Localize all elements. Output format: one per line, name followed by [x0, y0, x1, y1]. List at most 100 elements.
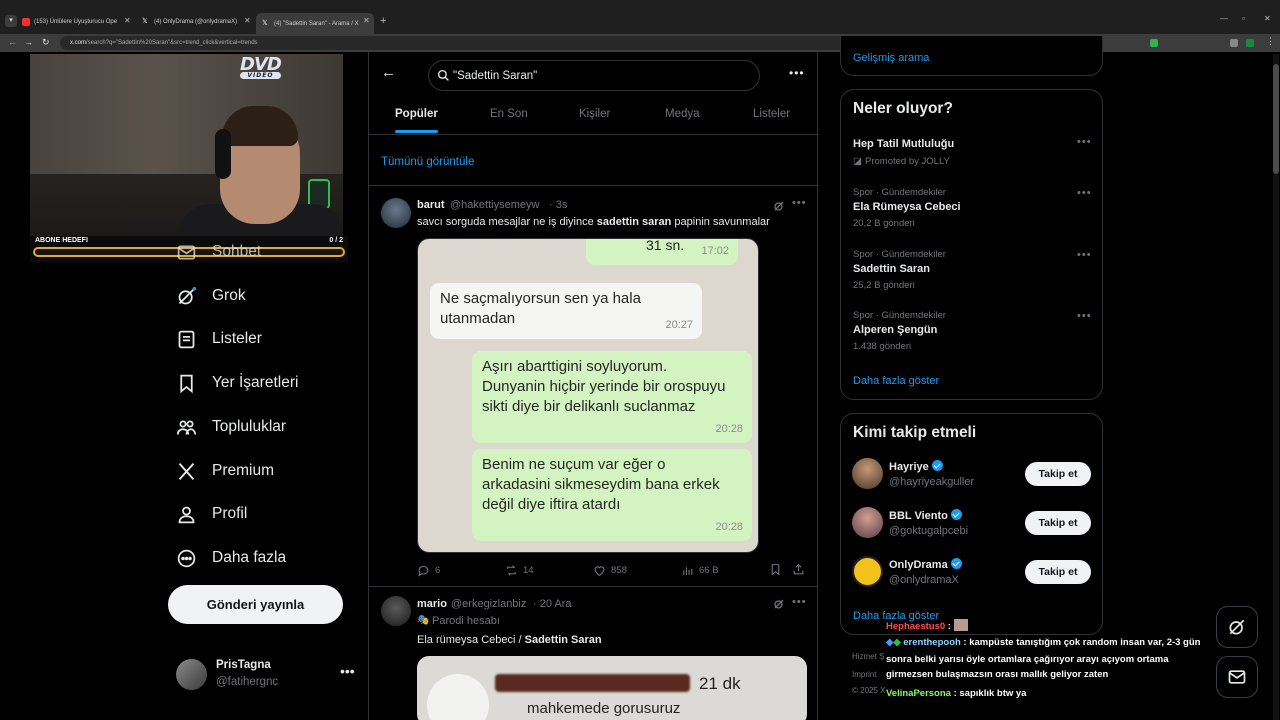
- avatar[interactable]: [852, 458, 883, 489]
- nav-label: Premium: [212, 462, 275, 479]
- url-host: x.com: [70, 40, 87, 46]
- search-options-icon[interactable]: •••: [789, 66, 805, 80]
- search-box[interactable]: [428, 60, 760, 91]
- post-button[interactable]: Gönderi yayınla: [168, 585, 343, 624]
- footer-link[interactable]: Hizmet Ş: [852, 652, 884, 661]
- follow-button[interactable]: Takip et: [1025, 511, 1091, 535]
- close-window-icon[interactable]: ✕: [1264, 14, 1271, 23]
- forward-icon[interactable]: →: [24, 37, 33, 47]
- like-button[interactable]: 858: [593, 564, 627, 577]
- tab-latest[interactable]: En Son: [490, 108, 528, 120]
- avatar[interactable]: [852, 556, 883, 587]
- nav-item-profile[interactable]: Profil: [176, 501, 247, 527]
- scrollbar-thumb[interactable]: [1273, 64, 1279, 174]
- trend-more-icon[interactable]: •••: [1077, 249, 1092, 261]
- tab-popular[interactable]: Popüler: [395, 108, 438, 120]
- bookmark-icon[interactable]: [769, 563, 782, 576]
- goal-label: ABONE HEDEFI: [35, 237, 88, 244]
- page-scrollbar[interactable]: [1273, 54, 1279, 720]
- messages-floating-button[interactable]: [1216, 656, 1258, 698]
- back-arrow-icon[interactable]: ←: [381, 64, 396, 81]
- grok-icon[interactable]: [773, 200, 785, 212]
- nav-item-chat[interactable]: Sohbet: [176, 239, 261, 265]
- tweet-text-highlight[interactable]: sadettin saran: [597, 216, 672, 228]
- follow-name[interactable]: Hayriye: [889, 460, 943, 473]
- trend-more-icon[interactable]: •••: [1077, 310, 1092, 322]
- tweet-time[interactable]: · 20 Ara: [533, 598, 572, 610]
- nav-item-communities[interactable]: Topluluklar: [176, 414, 286, 440]
- close-tab-icon[interactable]: ✕: [363, 16, 370, 25]
- nav-item-bookmarks[interactable]: Yer İşaretleri: [176, 370, 298, 396]
- browser-tab-active[interactable]: 𝕏 (4) "Sadettin Saran" - Arama / X: [256, 13, 374, 34]
- close-tab-icon[interactable]: ✕: [244, 16, 251, 25]
- tweet-author-handle[interactable]: @erkegizlanbiz: [451, 598, 526, 610]
- verified-badge-icon: [950, 509, 962, 520]
- tweet-author-handle[interactable]: @hakettiysemeyw: [450, 199, 539, 211]
- nav-label: Grok: [212, 287, 246, 304]
- tweet-author-name[interactable]: mario: [417, 598, 447, 610]
- tweet-text-part: Ela rümeysa Cebeci /: [417, 634, 525, 646]
- parody-label: Parodi hesabı: [432, 615, 500, 627]
- tweet-text-part: savcı sorguda mesajlar ne iş diyince: [417, 216, 597, 228]
- follow-button[interactable]: Takip et: [1025, 560, 1091, 584]
- more-dots-icon[interactable]: •••: [340, 663, 355, 679]
- trend-meta: Spor · Gündemdekiler: [853, 310, 946, 321]
- trend-more-icon[interactable]: •••: [1077, 136, 1092, 148]
- trend-title: Sadettin Saran: [853, 263, 931, 275]
- extension-icon[interactable]: [1246, 39, 1254, 47]
- grok-icon: [1229, 619, 1245, 635]
- chat-bubble-text: 31 sn.: [646, 238, 685, 253]
- tweet-image[interactable]: 31 sn. 17:02 Ne saçmalıyorsun sen ya hal…: [417, 238, 759, 553]
- chat-message: girmezsen bulaşmazsın orası mallık geliy…: [886, 669, 1108, 680]
- tweet-more-icon[interactable]: •••: [792, 596, 807, 608]
- chat-partial-text: mahkemede gorusuruz: [527, 700, 681, 717]
- new-tab-icon[interactable]: +: [380, 15, 386, 27]
- nav-item-premium[interactable]: Premium: [176, 458, 274, 484]
- minimize-window-icon[interactable]: —: [1220, 14, 1228, 23]
- search-input[interactable]: [453, 67, 743, 84]
- follow-name[interactable]: OnlyDrama: [889, 558, 962, 571]
- nav-item-more[interactable]: Daha fazla: [176, 545, 286, 571]
- extension-icon[interactable]: [1150, 39, 1158, 47]
- url-field[interactable]: x.com/search?q="Sadettin%20Saran"&src=tr…: [60, 36, 940, 50]
- tweet-text-highlight[interactable]: Sadettin Saran: [525, 634, 602, 646]
- follow-name[interactable]: BBL Viento: [889, 509, 962, 522]
- repost-button[interactable]: 14: [505, 564, 534, 577]
- view-all-link[interactable]: Tümünü görüntüle: [381, 156, 474, 168]
- maximize-window-icon[interactable]: ▫: [1242, 14, 1245, 23]
- back-icon[interactable]: ←: [8, 37, 17, 47]
- reply-button[interactable]: 6: [417, 564, 440, 577]
- avatar[interactable]: [852, 507, 883, 538]
- close-tab-icon[interactable]: ✕: [124, 16, 131, 25]
- grok-icon[interactable]: [773, 598, 785, 610]
- browser-tab[interactable]: (153) Ünlülere Uyuşturucu Ope: [22, 13, 132, 30]
- profile-icon[interactable]: [1230, 39, 1238, 47]
- reload-icon[interactable]: ↻: [42, 37, 50, 48]
- trend-more-icon[interactable]: •••: [1077, 187, 1092, 199]
- browser-tab[interactable]: 𝕏 (4) OnlyDrama (@onlydramaX): [142, 13, 240, 30]
- share-icon[interactable]: [792, 563, 805, 576]
- follow-button[interactable]: Takip et: [1025, 462, 1091, 486]
- follow-handle: @hayriyeakguller: [889, 476, 975, 488]
- tab-media[interactable]: Medya: [665, 108, 700, 120]
- tab-list-dropdown-icon[interactable]: ▾: [5, 15, 17, 27]
- nav-item-lists[interactable]: Listeler: [176, 326, 262, 352]
- tab-people[interactable]: Kişiler: [579, 108, 610, 120]
- tweet-more-icon[interactable]: •••: [792, 197, 807, 209]
- tweet-time[interactable]: · 3s: [549, 199, 567, 211]
- show-more-link[interactable]: Daha fazla göster: [853, 375, 939, 387]
- tab-lists[interactable]: Listeler: [753, 108, 790, 120]
- tweet-author-name[interactable]: barut: [417, 199, 445, 211]
- views-button[interactable]: 66 B: [681, 564, 719, 577]
- chat-text: : kampüste tanıştığım çok random insan v…: [960, 637, 1201, 648]
- footer-link[interactable]: Imprint: [852, 670, 876, 679]
- grok-floating-button[interactable]: [1216, 606, 1258, 648]
- browser-menu-icon[interactable]: ⋮: [1266, 36, 1275, 47]
- search-icon: [437, 69, 449, 81]
- nav-item-grok[interactable]: Grok: [176, 283, 246, 309]
- chat-user: VelinaPersona: [886, 688, 951, 699]
- heart-icon: [594, 566, 605, 577]
- tweet-image[interactable]: 21 dk mahkemede gorusuruz: [417, 656, 807, 720]
- account-switcher[interactable]: PrisTagna @fatihergnc •••: [176, 657, 356, 691]
- advanced-search-link[interactable]: Gelişmiş arama: [853, 52, 929, 64]
